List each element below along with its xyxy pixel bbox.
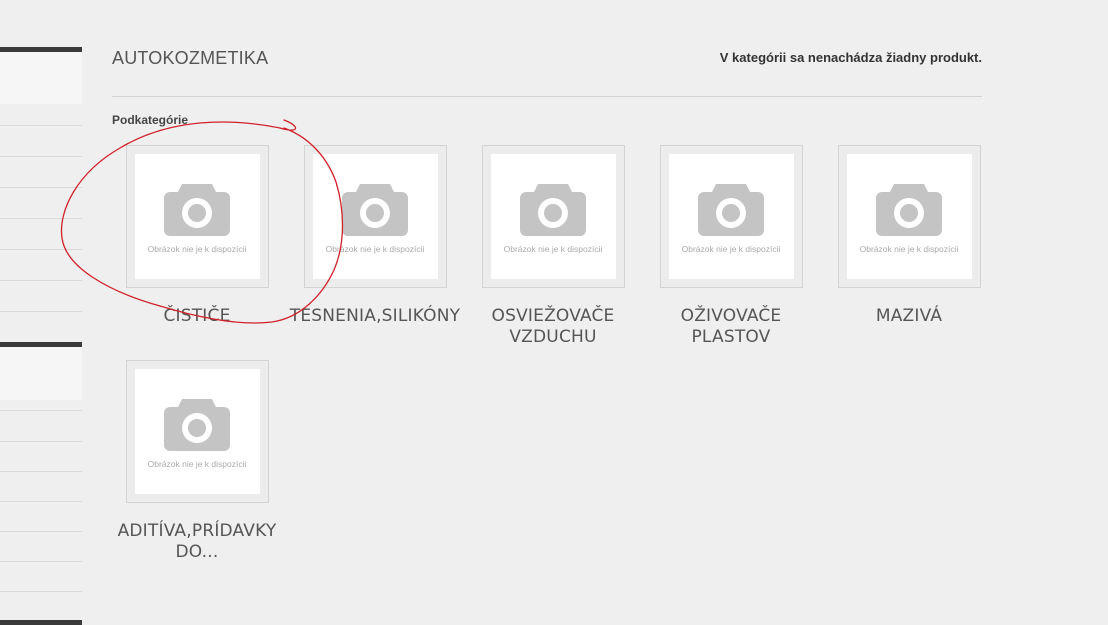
camera-icon	[876, 184, 942, 236]
subcategory-tile[interactable]: Obrázok nie je k dispozícii OSVIEŽOVAČE …	[464, 145, 642, 348]
subcategory-name[interactable]: ADITÍVA,PRÍDAVKY DO...	[108, 521, 286, 563]
sidebar-divider	[0, 187, 82, 188]
subcategory-image-placeholder[interactable]: Obrázok nie je k dispozícii	[312, 154, 438, 279]
sidebar-divider	[0, 471, 82, 472]
image-placeholder-text: Obrázok nie je k dispozícii	[859, 244, 959, 254]
image-placeholder-text: Obrázok nie je k dispozícii	[147, 244, 247, 254]
sidebar-divider	[0, 249, 82, 250]
image-placeholder-text: Obrázok nie je k dispozícii	[503, 244, 603, 254]
subcategory-image-frame[interactable]: Obrázok nie je k dispozícii	[125, 145, 269, 288]
subcategory-tile[interactable]: Obrázok nie je k dispozícii ČISTIČE	[108, 145, 286, 327]
subcategory-name[interactable]: OSVIEŽOVAČE VZDUCHU	[464, 306, 642, 348]
subcategory-image-frame[interactable]: Obrázok nie je k dispozícii	[125, 360, 269, 503]
image-placeholder-text: Obrázok nie je k dispozícii	[147, 459, 247, 469]
camera-icon	[164, 399, 230, 451]
page-title: AUTOKOZMETIKA	[112, 48, 269, 68]
sidebar-divider	[0, 561, 82, 562]
sidebar-divider	[0, 218, 82, 219]
image-placeholder-text: Obrázok nie je k dispozícii	[681, 244, 781, 254]
subcategory-name[interactable]: MAZIVÁ	[820, 306, 998, 327]
subcategory-image-frame[interactable]: Obrázok nie je k dispozícii	[303, 145, 447, 288]
subcategory-image-placeholder[interactable]: Obrázok nie je k dispozícii	[134, 154, 260, 279]
sidebar-divider	[0, 156, 82, 157]
subcategory-image-placeholder[interactable]: Obrázok nie je k dispozícii	[668, 154, 794, 279]
sidebar	[0, 0, 82, 625]
subcategory-image-frame[interactable]: Obrázok nie je k dispozícii	[481, 145, 625, 288]
camera-icon	[520, 184, 586, 236]
subcategory-image-placeholder[interactable]: Obrázok nie je k dispozícii	[846, 154, 972, 279]
subcategory-tile[interactable]: Obrázok nie je k dispozícii MAZIVÁ	[820, 145, 998, 327]
subcategory-image-placeholder[interactable]: Obrázok nie je k dispozícii	[134, 369, 260, 494]
image-placeholder-text: Obrázok nie je k dispozícii	[325, 244, 425, 254]
header-divider	[112, 96, 982, 97]
sidebar-divider	[0, 280, 82, 281]
camera-icon	[698, 184, 764, 236]
subcategory-tile[interactable]: Obrázok nie je k dispozícii OŽIVOVAČE PL…	[642, 145, 820, 348]
camera-icon	[164, 184, 230, 236]
subcategories-label: Podkategórie	[112, 113, 189, 127]
empty-category-notice: V kategórii sa nenachádza žiadny produkt…	[719, 50, 982, 65]
subcategory-image-frame[interactable]: Obrázok nie je k dispozícii	[659, 145, 803, 288]
sidebar-header-block[interactable]	[0, 52, 82, 104]
sidebar-divider	[0, 501, 82, 502]
subcategory-name[interactable]: OŽIVOVAČE PLASTOV	[642, 306, 820, 348]
sidebar-divider	[0, 311, 82, 312]
subcategory-name[interactable]: TESNENIA,SILIKÓNY	[286, 306, 464, 327]
subcategory-tile[interactable]: Obrázok nie je k dispozícii ADITÍVA,PRÍD…	[108, 360, 286, 563]
sidebar-divider	[0, 441, 82, 442]
sidebar-header-block[interactable]	[0, 347, 82, 400]
sidebar-divider	[0, 125, 82, 126]
sidebar-divider	[0, 531, 82, 532]
subcategory-image-placeholder[interactable]: Obrázok nie je k dispozícii	[490, 154, 616, 279]
subcategory-image-frame[interactable]: Obrázok nie je k dispozícii	[837, 145, 981, 288]
sidebar-header-bar	[0, 620, 82, 625]
sidebar-divider	[0, 591, 82, 592]
subcategory-tile[interactable]: Obrázok nie je k dispozícii TESNENIA,SIL…	[286, 145, 464, 327]
sidebar-divider	[0, 410, 82, 411]
camera-icon	[342, 184, 408, 236]
subcategory-name[interactable]: ČISTIČE	[108, 306, 286, 327]
